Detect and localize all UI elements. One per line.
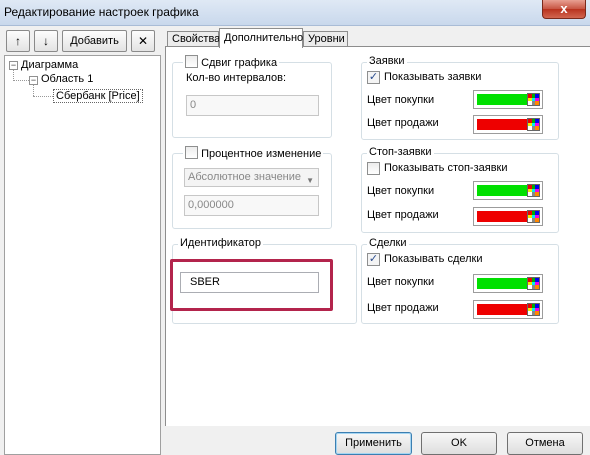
tree-collapse-icon[interactable]: −: [29, 76, 38, 85]
palette-icon: [527, 303, 540, 316]
percent-mode-select[interactable]: Абсолютное значение ▼: [184, 168, 319, 187]
palette-icon: [527, 210, 540, 223]
deals-sell-color-picker[interactable]: [473, 300, 543, 319]
move-up-button[interactable]: ↑: [6, 30, 30, 52]
percent-value-input[interactable]: 0,000000: [184, 195, 319, 216]
orders-title: Заявки: [367, 55, 407, 67]
ok-button[interactable]: OK: [421, 432, 497, 455]
palette-icon: [527, 184, 540, 197]
percent-group: [172, 153, 332, 229]
deals-checkbox-label: Показывать сделки: [384, 253, 483, 265]
chevron-down-icon: ▼: [306, 176, 314, 185]
stop-orders-checkbox-label: Показывать стоп-заявки: [384, 162, 508, 174]
stop-orders-sell-color-label: Цвет продажи: [367, 209, 439, 221]
tree-collapse-icon[interactable]: −: [9, 61, 18, 70]
sell-color-swatch: [477, 211, 527, 222]
orders-sell-color-label: Цвет продажи: [367, 117, 439, 129]
shift-checkbox[interactable]: [185, 55, 198, 68]
tree-item-area[interactable]: Область 1: [41, 73, 93, 85]
intervals-input[interactable]: 0: [186, 95, 319, 116]
orders-buy-color-picker[interactable]: [473, 90, 543, 109]
add-button[interactable]: Добавить: [62, 30, 127, 52]
buy-color-swatch: [477, 278, 527, 289]
stop-orders-buy-color-label: Цвет покупки: [367, 185, 435, 197]
deals-checkbox[interactable]: ✓: [367, 253, 380, 266]
tab-properties[interactable]: Свойства: [167, 31, 220, 47]
buy-color-swatch: [477, 94, 527, 105]
buy-color-swatch: [477, 185, 527, 196]
percent-mode-value: Абсолютное значение: [188, 171, 302, 183]
delete-button[interactable]: ✕: [131, 30, 155, 52]
palette-icon: [527, 118, 540, 131]
chart-tree[interactable]: − Диаграмма − Область 1 Сбербанк [Price]: [4, 55, 161, 455]
stop-orders-buy-color-picker[interactable]: [473, 181, 543, 200]
shift-group-header: Сдвиг графика: [183, 55, 280, 69]
orders-checkbox[interactable]: ✓: [367, 71, 380, 84]
tab-advanced[interactable]: Дополнительно: [219, 28, 303, 48]
identifier-highlight: [170, 259, 333, 311]
palette-icon: [527, 93, 540, 106]
deals-title: Сделки: [367, 237, 409, 249]
intervals-label: Кол-во интервалов:: [186, 72, 287, 84]
stop-orders-checkbox[interactable]: [367, 162, 380, 175]
percent-checkbox[interactable]: [185, 146, 198, 159]
tab-levels[interactable]: Уровни: [303, 31, 348, 47]
deals-buy-color-label: Цвет покупки: [367, 276, 435, 288]
window-title: Редактирование настроек графика: [4, 5, 199, 19]
deals-sell-color-label: Цвет продажи: [367, 302, 439, 314]
orders-buy-color-label: Цвет покупки: [367, 94, 435, 106]
tree-item-diagram[interactable]: Диаграмма: [21, 59, 78, 71]
title-bar: Редактирование настроек графика x: [0, 0, 590, 26]
sell-color-swatch: [477, 304, 527, 315]
move-down-button[interactable]: ↓: [34, 30, 58, 52]
orders-checkbox-label: Показывать заявки: [384, 71, 482, 83]
stop-orders-sell-color-picker[interactable]: [473, 207, 543, 226]
percent-group-header: Процентное изменение: [183, 146, 324, 160]
tree-item-instrument[interactable]: Сбербанк [Price]: [53, 89, 143, 103]
cancel-button[interactable]: Отмена: [507, 432, 583, 455]
close-button[interactable]: x: [542, 0, 586, 19]
shift-checkbox-label: Сдвиг графика: [201, 57, 278, 69]
palette-icon: [527, 277, 540, 290]
sell-color-swatch: [477, 119, 527, 130]
percent-checkbox-label: Процентное изменение: [201, 148, 322, 160]
deals-buy-color-picker[interactable]: [473, 274, 543, 293]
apply-button[interactable]: Применить: [335, 432, 412, 455]
orders-sell-color-picker[interactable]: [473, 115, 543, 134]
stop-orders-title: Стоп-заявки: [367, 146, 434, 158]
identifier-title: Идентификатор: [178, 237, 263, 249]
